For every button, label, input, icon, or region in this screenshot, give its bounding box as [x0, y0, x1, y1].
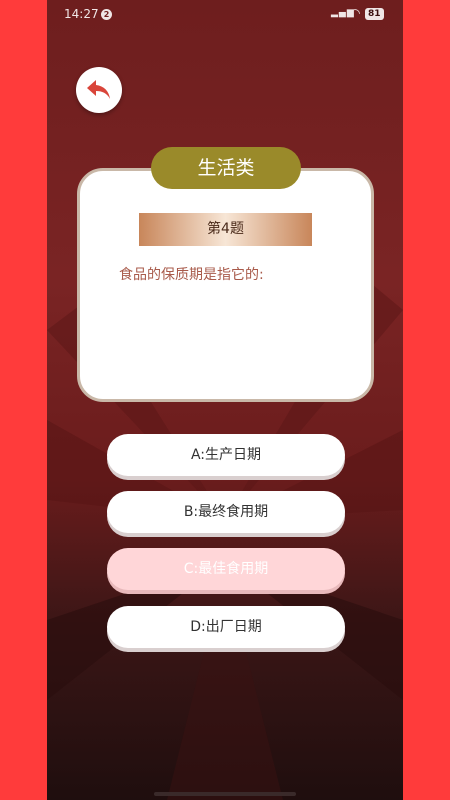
back-arrow-icon [87, 80, 110, 99]
status-bar: 14:27 2 ▂▄▆ ◠ 81 [47, 0, 403, 30]
option-c-button[interactable]: C:最佳食用期 [107, 548, 345, 590]
notification-badge: 2 [101, 9, 112, 20]
question-card [77, 168, 374, 402]
battery-indicator: 81 [365, 8, 384, 20]
app-screen: 14:27 2 ▂▄▆ ◠ 81 生活类 第4题 食品的保质期是指它的: A:生… [47, 0, 403, 800]
category-pill: 生活类 [151, 147, 301, 189]
option-a-button[interactable]: A:生产日期 [107, 434, 345, 476]
status-time: 14:27 [64, 7, 99, 21]
option-b-button[interactable]: B:最终食用期 [107, 491, 345, 533]
question-text: 食品的保质期是指它的: [119, 267, 264, 283]
wifi-icon: ◠ [350, 6, 361, 20]
back-button[interactable] [76, 67, 122, 113]
home-indicator[interactable] [154, 792, 296, 796]
question-number-banner: 第4题 [139, 213, 312, 246]
option-d-button[interactable]: D:出厂日期 [107, 606, 345, 648]
